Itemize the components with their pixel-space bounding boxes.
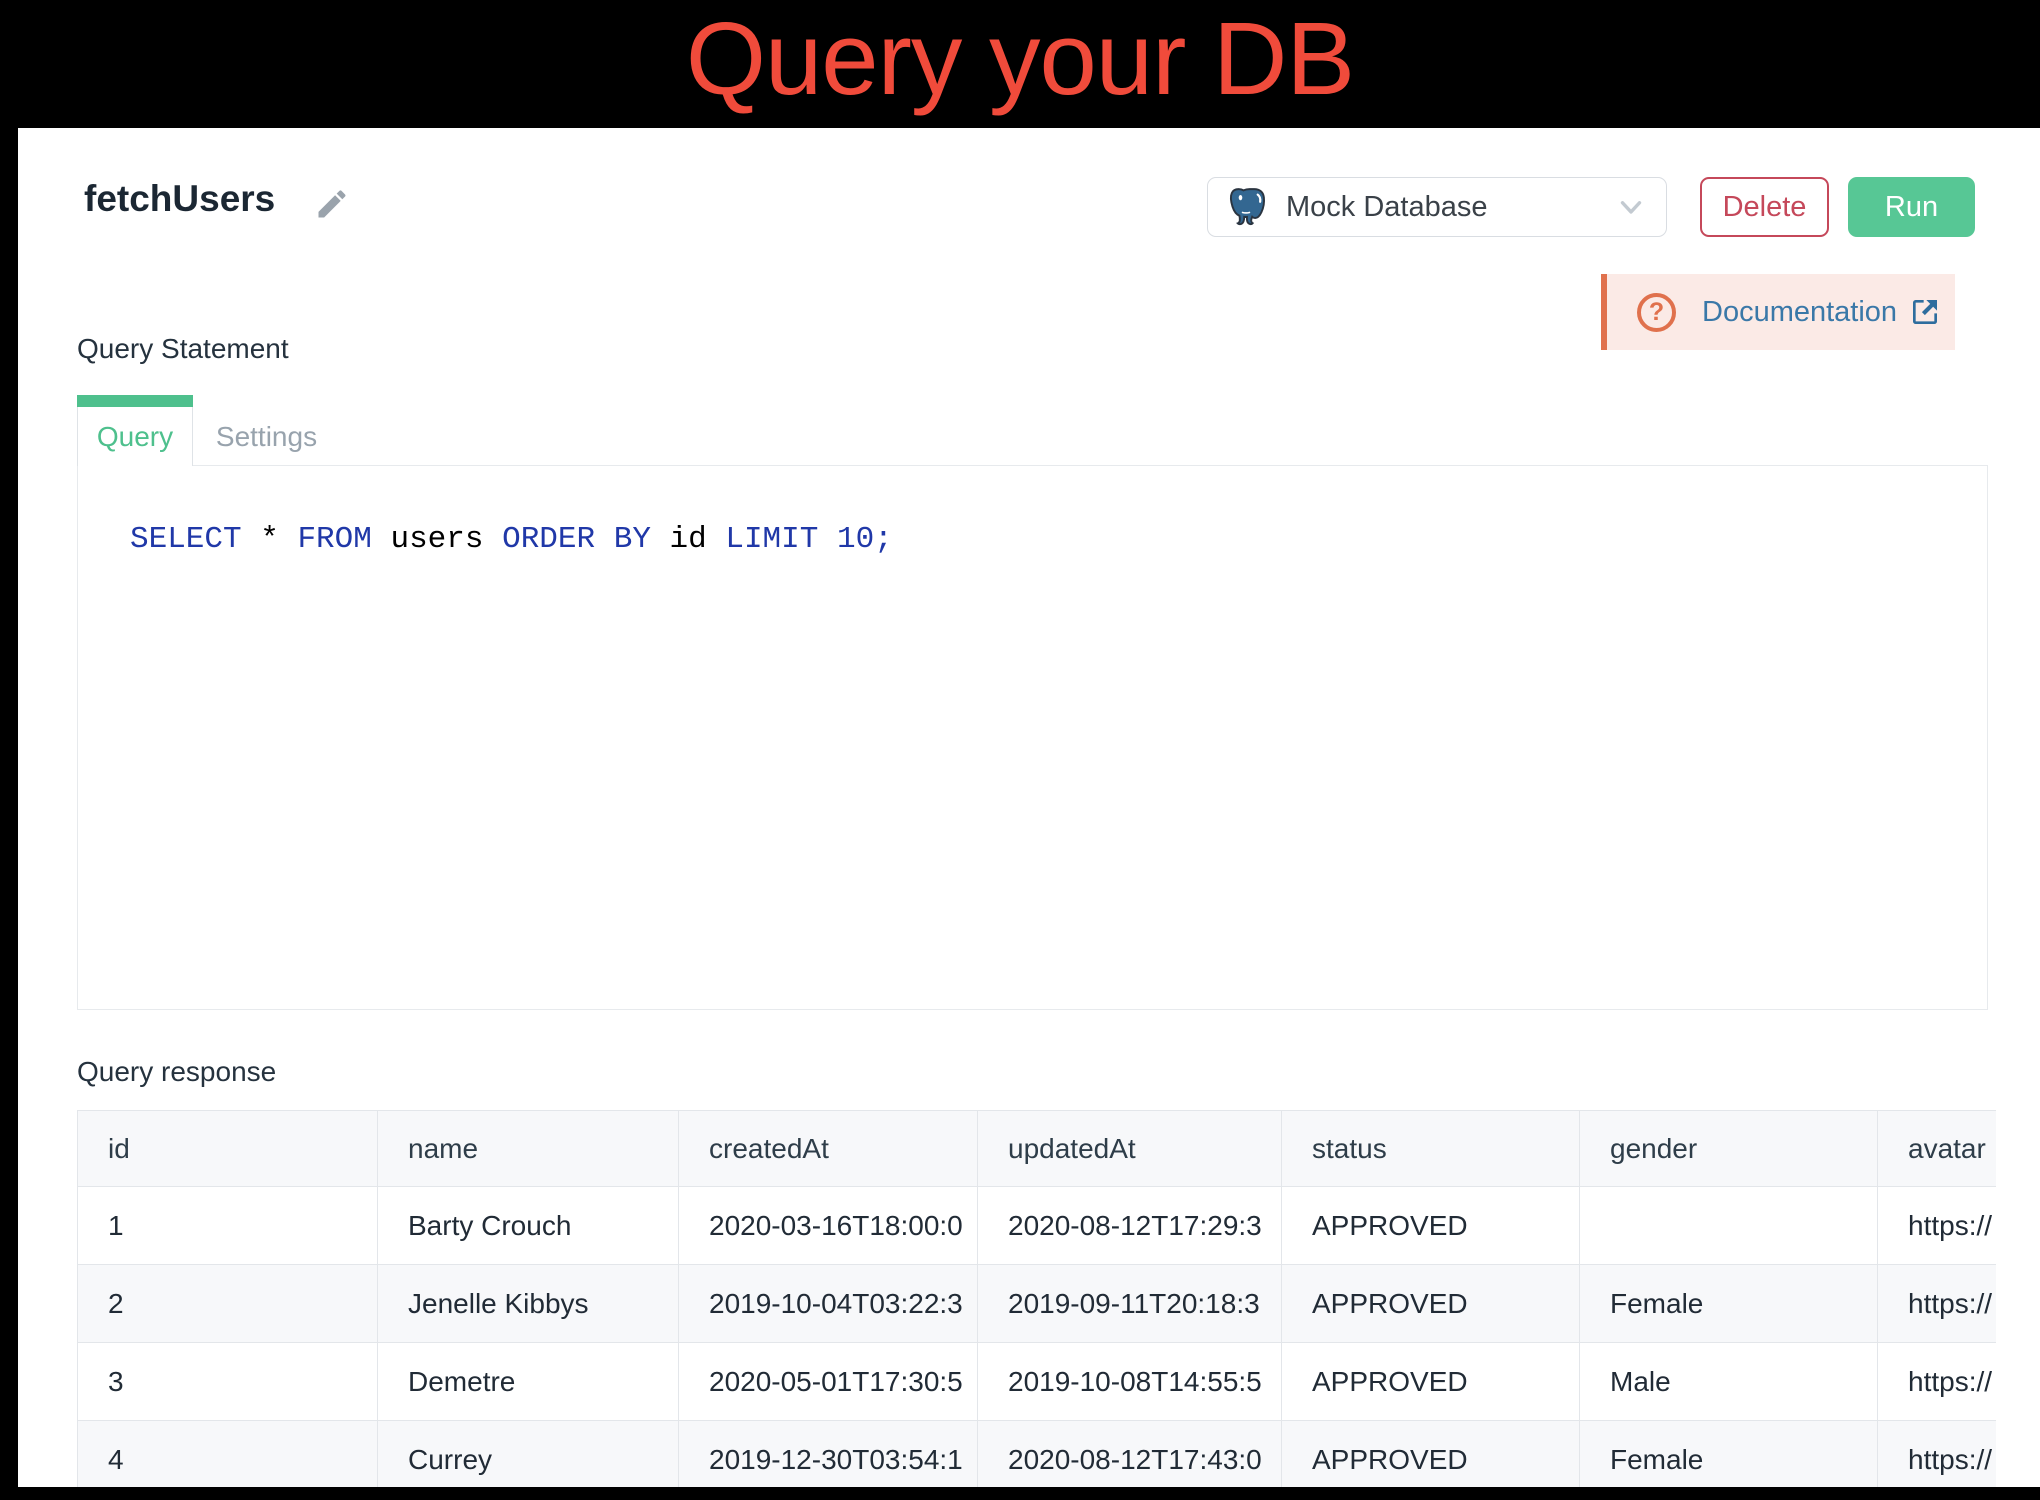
table-cell: 2020-05-01T17:30:5 [679, 1343, 978, 1421]
table-cell: 2 [78, 1265, 378, 1343]
table-cell: 1 [78, 1187, 378, 1265]
run-button[interactable]: Run [1848, 177, 1975, 237]
column-header: status [1282, 1111, 1580, 1187]
top-banner: Query your DB [0, 0, 2040, 128]
table-cell: 2019-12-30T03:54:1 [679, 1421, 978, 1488]
table-cell: 3 [78, 1343, 378, 1421]
query-response-table: idnamecreatedAtupdatedAtstatusgenderavat… [77, 1110, 1996, 1487]
table-cell: 2020-08-12T17:29:3 [978, 1187, 1282, 1265]
sql-token-plain: id [651, 522, 725, 557]
table-cell: Jenelle Kibbys [378, 1265, 679, 1343]
table-cell: Currey [378, 1421, 679, 1488]
sql-token-number: 10; [837, 522, 893, 557]
sql-token-keyword: LIMIT [725, 522, 818, 557]
table-cell: APPROVED [1282, 1187, 1580, 1265]
table-cell: APPROVED [1282, 1343, 1580, 1421]
sql-editor[interactable]: SELECT * FROM users ORDER BY id LIMIT 10… [77, 465, 1988, 1010]
database-selector[interactable]: Mock Database [1207, 177, 1667, 237]
column-header: name [378, 1111, 679, 1187]
query-response-label: Query response [77, 1056, 276, 1088]
sql-token-keyword: SELECT [130, 522, 242, 557]
table-row: 3Demetre2020-05-01T17:30:52019-10-08T14:… [78, 1343, 1997, 1421]
table-cell: 2020-03-16T18:00:0 [679, 1187, 978, 1265]
table-header-row: idnamecreatedAtupdatedAtstatusgenderavat… [78, 1111, 1997, 1187]
tab-query[interactable]: Query [77, 407, 193, 466]
table-cell: https:// [1878, 1421, 1997, 1488]
sql-token-keyword: FROM [297, 522, 371, 557]
postgresql-icon [1224, 185, 1268, 229]
table-cell: https:// [1878, 1265, 1997, 1343]
table-row: 1Barty Crouch2020-03-16T18:00:02020-08-1… [78, 1187, 1997, 1265]
external-doc-icon [1909, 296, 1941, 328]
table-cell: 2019-09-11T20:18:3 [978, 1265, 1282, 1343]
edit-query-name-button[interactable] [314, 186, 350, 222]
table-cell: Female [1580, 1421, 1878, 1488]
table-cell: Demetre [378, 1343, 679, 1421]
column-header: gender [1580, 1111, 1878, 1187]
query-name: fetchUsers [84, 178, 275, 220]
circle-question-icon: ? [1637, 293, 1676, 332]
sql-statement: SELECT * FROM users ORDER BY id LIMIT 10… [78, 466, 1987, 557]
active-tab-indicator [77, 395, 193, 407]
chevron-down-icon [1614, 190, 1648, 224]
query-response-table-wrap: idnamecreatedAtupdatedAtstatusgenderavat… [77, 1110, 1996, 1487]
query-statement-label: Query Statement [77, 333, 289, 365]
sql-token-keyword: ORDER BY [502, 522, 651, 557]
sql-token-plain: users [372, 522, 502, 557]
tab-settings[interactable]: Settings [194, 407, 339, 466]
app-stage: Query your DB fetchUsers Mock Database D… [0, 0, 2040, 1500]
table-cell: 2019-10-08T14:55:5 [978, 1343, 1282, 1421]
sql-token-plain: * [242, 522, 298, 557]
table-cell: https:// [1878, 1187, 1997, 1265]
pencil-icon [314, 186, 350, 222]
table-row: 2Jenelle Kibbys2019-10-04T03:22:32019-09… [78, 1265, 1997, 1343]
column-header: id [78, 1111, 378, 1187]
table-cell: Female [1580, 1265, 1878, 1343]
table-cell [1580, 1187, 1878, 1265]
query-editor-panel: fetchUsers Mock Database Delete Run ? Do… [18, 128, 2040, 1487]
delete-button[interactable]: Delete [1700, 177, 1829, 237]
column-header: createdAt [679, 1111, 978, 1187]
table-cell: 2019-10-04T03:22:3 [679, 1265, 978, 1343]
table-cell: Barty Crouch [378, 1187, 679, 1265]
table-cell: https:// [1878, 1343, 1997, 1421]
table-row: 4Currey2019-12-30T03:54:12020-08-12T17:4… [78, 1421, 1997, 1488]
documentation-label: Documentation [1702, 296, 1897, 329]
database-selector-value: Mock Database [1286, 191, 1614, 224]
table-cell: Male [1580, 1343, 1878, 1421]
table-cell: 2020-08-12T17:43:0 [978, 1421, 1282, 1488]
table-cell: APPROVED [1282, 1421, 1580, 1488]
page-title: Query your DB [0, 0, 2040, 118]
table-cell: APPROVED [1282, 1265, 1580, 1343]
documentation-link[interactable]: ? Documentation [1601, 274, 1955, 350]
sql-token-plain [818, 522, 837, 557]
column-header: updatedAt [978, 1111, 1282, 1187]
table-cell: 4 [78, 1421, 378, 1488]
column-header: avatar [1878, 1111, 1997, 1187]
